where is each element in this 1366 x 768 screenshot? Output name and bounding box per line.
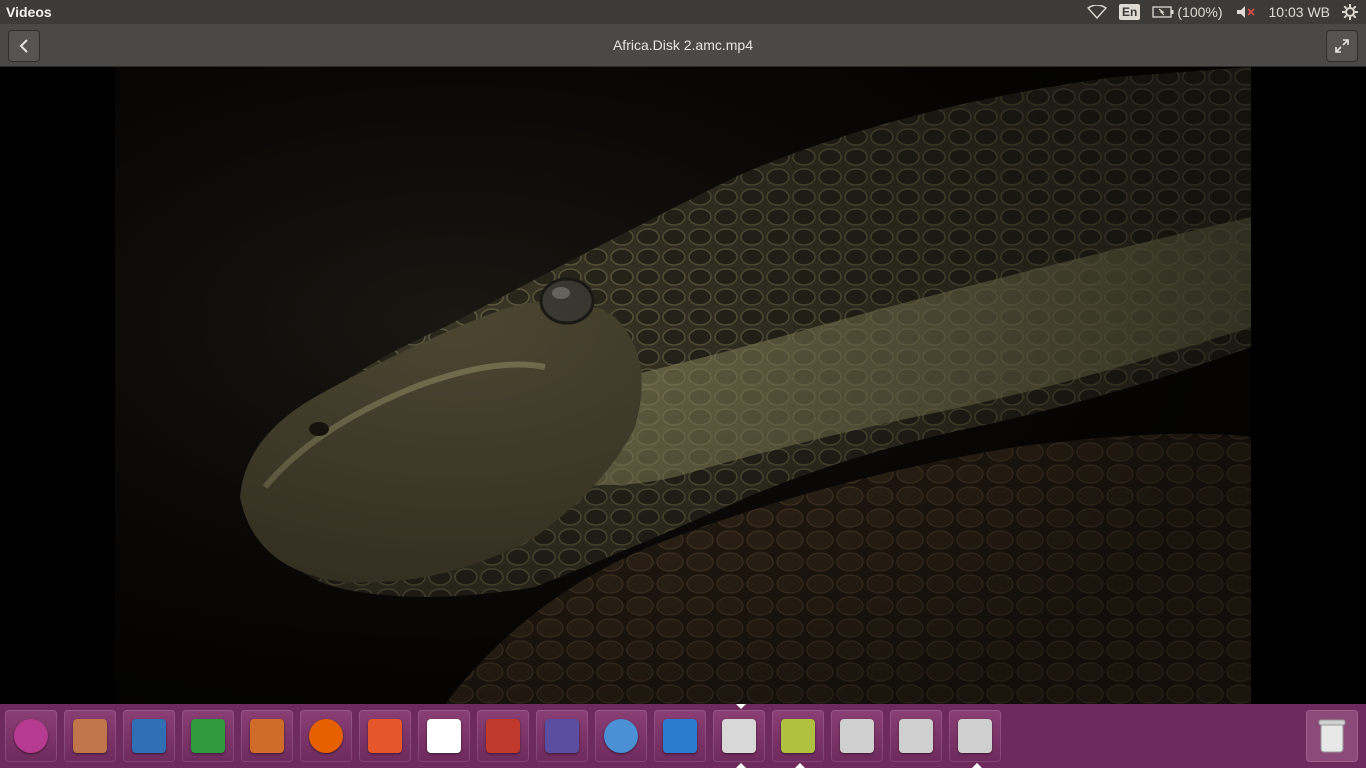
back-button[interactable] (8, 30, 40, 62)
header-bar: Africa.Disk 2.amc.mp4 (0, 24, 1366, 67)
calc-icon-glyph (191, 719, 225, 753)
firefox-icon[interactable] (300, 710, 352, 762)
impress-icon-glyph (250, 719, 284, 753)
drive-1-icon[interactable] (831, 710, 883, 762)
launcher-items (5, 704, 1008, 768)
ubuntu-dash-icon-glyph (14, 719, 48, 753)
drive-2-icon[interactable] (890, 710, 942, 762)
drive-1-icon-glyph (840, 719, 874, 753)
drive-3-icon[interactable] (949, 710, 1001, 768)
language-indicator: En (1119, 4, 1141, 20)
system-settings-icon-glyph (486, 719, 520, 753)
video-player[interactable] (0, 67, 1366, 704)
settings-icon[interactable] (1342, 0, 1358, 24)
battery-indicator[interactable]: (100%) (1152, 0, 1223, 24)
clock[interactable]: 10:03 WB (1269, 0, 1330, 24)
software-center-icon[interactable] (359, 710, 411, 762)
back-icon (19, 39, 28, 53)
impress-icon[interactable] (241, 710, 293, 762)
writer-icon[interactable] (123, 710, 175, 762)
battery-percent: (100%) (1177, 4, 1223, 20)
writer-icon-glyph (132, 719, 166, 753)
videos-icon-glyph (722, 719, 756, 753)
calc-icon[interactable] (182, 710, 234, 762)
firefox-icon-glyph (309, 719, 343, 753)
video-title: Africa.Disk 2.amc.mp4 (612, 37, 754, 53)
search-tool-icon[interactable] (772, 710, 824, 768)
fullscreen-icon (1335, 39, 1349, 53)
wifi-icon[interactable] (1087, 0, 1108, 24)
videos-icon[interactable] (713, 704, 765, 768)
fullscreen-button[interactable] (1326, 30, 1358, 62)
game-icon-glyph (545, 719, 579, 753)
vscode-icon-glyph (663, 719, 697, 753)
app-title: Videos (6, 4, 52, 20)
video-frame[interactable] (115, 67, 1251, 704)
software-center-icon-glyph (368, 719, 402, 753)
top-panel: Videos En (100%) 10:03 WB (0, 0, 1366, 24)
drive-3-icon-glyph (958, 719, 992, 753)
chromium-icon-glyph (604, 719, 638, 753)
files-icon[interactable] (64, 710, 116, 762)
drive-2-icon-glyph (899, 719, 933, 753)
volume-muted-icon[interactable] (1235, 0, 1257, 24)
trash-icon[interactable] (1306, 710, 1358, 762)
game-icon[interactable] (536, 710, 588, 762)
battery-icon (1152, 6, 1174, 18)
keyboard-icon[interactable]: En (1119, 0, 1141, 24)
vscode-icon[interactable] (654, 710, 706, 762)
indicator-area: En (100%) 10:03 WB (1087, 0, 1366, 24)
chromium-icon[interactable] (595, 710, 647, 762)
launcher (0, 704, 1366, 768)
ubuntu-dash-icon[interactable] (5, 710, 57, 762)
search-tool-icon-glyph (781, 719, 815, 753)
files-icon-glyph (73, 719, 107, 753)
snake-video-image (115, 67, 1251, 704)
amazon-icon[interactable] (418, 710, 470, 762)
amazon-icon-glyph (427, 719, 461, 753)
system-settings-icon[interactable] (477, 710, 529, 762)
